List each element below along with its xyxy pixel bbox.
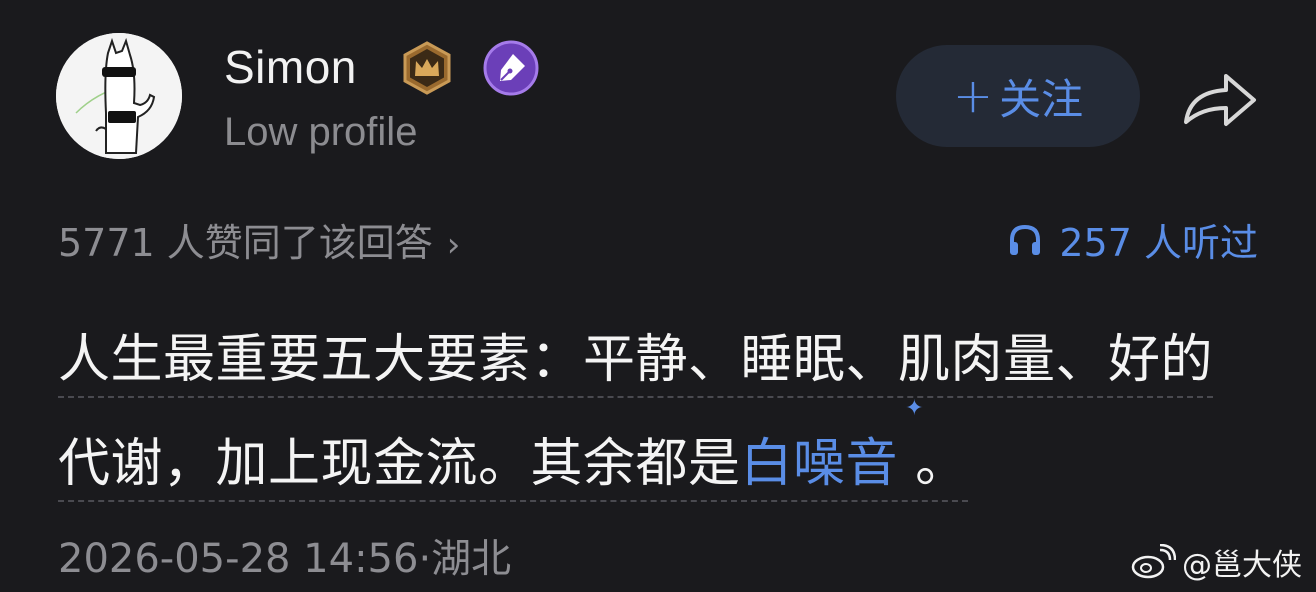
weibo-icon	[1131, 544, 1176, 579]
white-noise-link[interactable]: 白噪音 ✦	[740, 398, 924, 495]
sparkle-icon: ✦	[905, 396, 925, 421]
listen-count: 257 人听过	[1059, 221, 1258, 265]
share-arrow-icon	[1184, 74, 1256, 126]
listen-stat[interactable]: 257 人听过	[1007, 212, 1258, 267]
avatar[interactable]	[56, 33, 182, 159]
follow-button[interactable]: + 关注	[896, 45, 1140, 147]
watermark-text: @邕大侠	[1182, 548, 1302, 583]
follow-label: 关注	[999, 74, 1084, 124]
link-text: 白噪音	[740, 434, 899, 494]
headphones-icon	[1010, 224, 1041, 255]
share-button[interactable]	[1180, 68, 1260, 132]
pen-badge-icon[interactable]	[483, 40, 539, 96]
author-name[interactable]: Simon	[224, 40, 357, 94]
chevron-right-icon: ›	[446, 225, 461, 265]
crown-badge-icon[interactable]	[399, 40, 455, 96]
likes-count: 5771 人赞同了该回答	[58, 221, 433, 265]
post-datetime-location: 2026-05-28 14:56·湖北	[58, 536, 512, 582]
answer-content[interactable]: 人生最重要五大要素：平静、睡眠、肌肉量、好的代谢，加上现金流。其余都是白噪音 ✦ …	[58, 308, 1258, 516]
answer-text: 人生最重要五大要素：平静、睡眠、肌肉量、好的代谢，加上现金流。其余都是	[58, 330, 1214, 494]
plus-icon: +	[952, 68, 994, 124]
answer-end: 。	[915, 434, 968, 494]
watermark: @邕大侠	[1130, 540, 1302, 584]
likes-link[interactable]: 5771 人赞同了该回答 ›	[58, 212, 460, 267]
author-bio: Low profile	[224, 110, 418, 154]
cartoon-alpaca-sunglasses-icon	[56, 33, 182, 159]
